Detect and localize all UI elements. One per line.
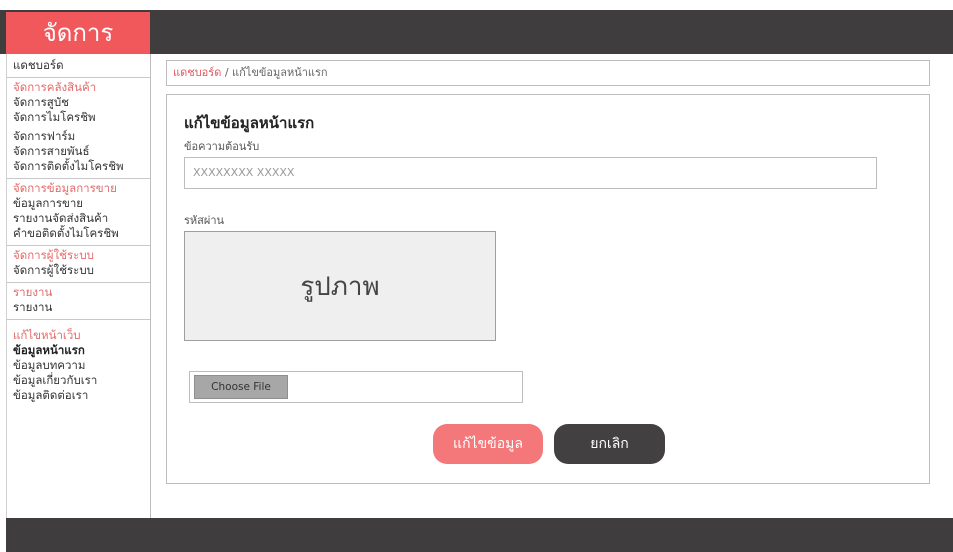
sidebar-heading-webpage: แก้ไขหน้าเว็บ (13, 328, 81, 342)
breadcrumb-current: แก้ไขข้อมูลหน้าแรก (232, 66, 328, 79)
sidebar-item-contact-data[interactable]: ข้อมูลติดต่อเรา (13, 388, 150, 403)
sidebar-item-reports[interactable]: รายงาน (13, 300, 150, 315)
cancel-button[interactable]: ยกเลิก (554, 424, 665, 464)
sidebar-item-dashboard[interactable]: แดชบอร์ด (13, 58, 150, 73)
sidebar-item-manage-farm[interactable]: จัดการฟาร์ม (13, 129, 150, 144)
save-button[interactable]: แก้ไขข้อมูล (433, 424, 543, 464)
page: จัดการ แดชบอร์ด จัดการคลังสินค้า จัดการส… (0, 0, 953, 552)
edit-homepage-card: แก้ไขข้อมูลหน้าแรก ข้อความต้อนรับ XXXXXX… (166, 94, 930, 484)
sidebar-item-manage-breed[interactable]: จัดการสายพันธ์ (13, 144, 150, 159)
sidebar-group-users: จัดการผู้ใช้ระบบ จัดการผู้ใช้ระบบ (7, 246, 150, 283)
sidebar: แดชบอร์ด จัดการคลังสินค้า จัดการสูบัช จั… (6, 54, 151, 518)
breadcrumb-home-link[interactable]: แดชบอร์ด (173, 66, 221, 79)
welcome-message-input[interactable]: XXXXXXXX XXXXX (184, 157, 877, 189)
sidebar-group-sales: จัดการข้อมูลการขาย ข้อมูลการขาย รายงานจั… (7, 179, 150, 246)
sidebar-item-install-requests[interactable]: คำขอติดตั้งไมโครชิพ (13, 226, 150, 241)
sidebar-item-sales-data[interactable]: ข้อมูลการขาย (13, 196, 150, 211)
sidebar-group-dashboard: แดชบอร์ด (7, 54, 150, 78)
sidebar-item-manage-microchip[interactable]: จัดการไมโครชิพ (13, 110, 150, 125)
sidebar-group-webpage: แก้ไขหน้าเว็บ ข้อมูลหน้าแรก ข้อมูลบทความ… (7, 320, 150, 407)
sidebar-heading-inventory: จัดการคลังสินค้า (13, 80, 97, 94)
sidebar-group-reports: รายงาน รายงาน (7, 283, 150, 320)
sidebar-item-articles-data[interactable]: ข้อมูลบทความ (13, 358, 150, 373)
sidebar-item-about-data[interactable]: ข้อมูลเกี่ยวกับเรา (13, 373, 150, 388)
welcome-message-label: ข้อความต้อนรับ (184, 140, 260, 153)
sidebar-heading-sales: จัดการข้อมูลการขาย (13, 181, 117, 195)
choose-file-button[interactable]: Choose File (194, 375, 288, 399)
page-title: แก้ไขข้อมูลหน้าแรก (184, 114, 315, 132)
breadcrumb-separator: / (221, 66, 233, 79)
image-preview: รูปภาพ (184, 231, 496, 341)
sidebar-item-manage-users[interactable]: จัดการผู้ใช้ระบบ (13, 263, 150, 278)
sidebar-item-manage-chip-install[interactable]: จัดการติดตั้งไมโครชิพ (13, 159, 150, 174)
brand-title: จัดการ (6, 12, 150, 54)
file-picker[interactable]: Choose File (189, 371, 523, 403)
sidebar-heading-reports: รายงาน (13, 285, 53, 299)
image-label: รหัสผ่าน (184, 214, 225, 227)
sidebar-group-inventory: จัดการคลังสินค้า จัดการสูบัช จัดการไมโคร… (7, 78, 150, 179)
sidebar-item-homepage-data[interactable]: ข้อมูลหน้าแรก (13, 343, 150, 358)
image-placeholder-text: รูปภาพ (300, 271, 380, 302)
sidebar-heading-users: จัดการผู้ใช้ระบบ (13, 248, 94, 262)
footer-bar (6, 518, 953, 552)
sidebar-item-shipping-report[interactable]: รายงานจัดส่งสินค้า (13, 211, 150, 226)
breadcrumb: แดชบอร์ด / แก้ไขข้อมูลหน้าแรก (166, 60, 930, 86)
sidebar-item-manage-semen[interactable]: จัดการสูบัช (13, 95, 150, 110)
